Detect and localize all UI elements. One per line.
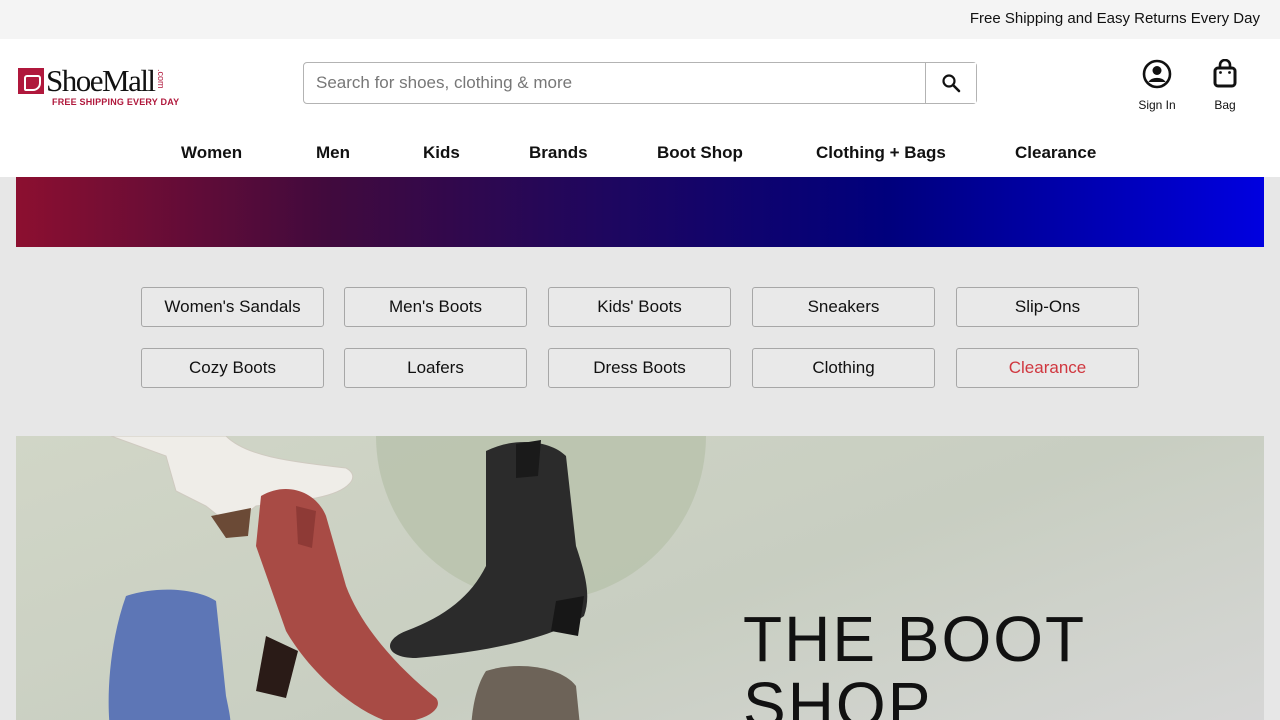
search-button[interactable]	[925, 63, 976, 103]
logo-suffix: .com	[156, 69, 166, 89]
category-sneakers[interactable]: Sneakers	[752, 287, 935, 327]
category-mens-boots[interactable]: Men's Boots	[344, 287, 527, 327]
boot-shop-hero-banner[interactable]: THE BOOT SHOP	[16, 436, 1264, 720]
category-loafers[interactable]: Loafers	[344, 348, 527, 388]
hero-title-line-1: THE BOOT	[743, 603, 1087, 675]
hero-title-line-2: SHOP	[743, 669, 933, 720]
category-slip-ons[interactable]: Slip-Ons	[956, 287, 1139, 327]
page-content: Women's Sandals Men's Boots Kids' Boots …	[0, 177, 1280, 720]
category-cozy-boots[interactable]: Cozy Boots	[141, 348, 324, 388]
bag-label: Bag	[1214, 98, 1236, 112]
shopping-bag-icon	[1213, 58, 1237, 88]
logo-mark-icon	[18, 68, 44, 94]
promo-topbar: Free Shipping and Easy Returns Every Day	[0, 0, 1280, 39]
shipping-message: Free Shipping and Easy Returns Every Day	[969, 10, 1260, 27]
category-clearance[interactable]: Clearance	[956, 348, 1139, 388]
category-clothing[interactable]: Clothing	[752, 348, 935, 388]
user-circle-icon	[1142, 59, 1172, 89]
hero-title: THE BOOT SHOP	[743, 606, 1086, 720]
site-header: ShoeMall .com FREE SHIPPING EVERY DAY Si…	[0, 39, 1280, 177]
nav-item-brands[interactable]: Brands	[529, 143, 588, 163]
search-input[interactable]	[304, 63, 926, 103]
promo-banner[interactable]	[16, 177, 1264, 247]
category-kids-boots[interactable]: Kids' Boots	[548, 287, 731, 327]
sign-in-label: Sign In	[1138, 98, 1176, 112]
shoemall-logo[interactable]: ShoeMall .com FREE SHIPPING EVERY DAY	[18, 63, 188, 111]
boots-product-image	[108, 436, 588, 720]
nav-item-clothing-bags[interactable]: Clothing + Bags	[816, 143, 946, 163]
nav-item-kids[interactable]: Kids	[423, 143, 460, 163]
category-dress-boots[interactable]: Dress Boots	[548, 348, 731, 388]
sign-in-button[interactable]: Sign In	[1132, 59, 1182, 112]
nav-item-men[interactable]: Men	[316, 143, 350, 163]
bag-button[interactable]: Bag	[1205, 58, 1245, 112]
nav-item-women[interactable]: Women	[181, 143, 242, 163]
nav-item-boot-shop[interactable]: Boot Shop	[657, 143, 743, 163]
logo-wordmark: ShoeMall	[46, 63, 156, 98]
search-bar	[303, 62, 977, 104]
category-womens-sandals[interactable]: Women's Sandals	[141, 287, 324, 327]
nav-item-clearance[interactable]: Clearance	[1015, 143, 1096, 163]
main-nav: Women Men Kids Brands Boot Shop Clothing…	[0, 143, 1280, 165]
search-icon	[942, 74, 961, 93]
logo-tagline: FREE SHIPPING EVERY DAY	[52, 97, 180, 107]
